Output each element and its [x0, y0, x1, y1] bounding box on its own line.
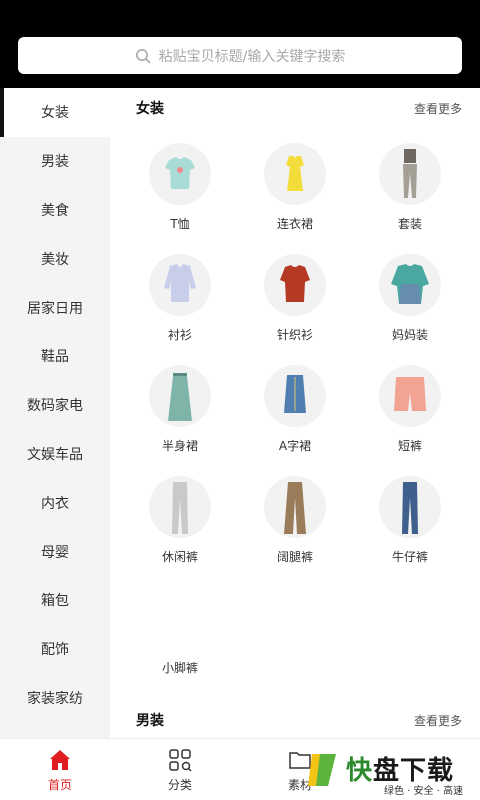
subcategory-label: 连衣裙 — [276, 217, 313, 231]
subcategory-wide-leg-pants[interactable]: 阔腿裤 — [240, 476, 350, 586]
subcategory-label: A字裙 — [278, 439, 312, 453]
section-header-womens: 女装 查看更多 — [136, 98, 462, 118]
search-icon — [135, 48, 151, 64]
subcategory-a-line-skirt[interactable]: A字裙 — [240, 365, 350, 475]
category-content: 女装 查看更多 T恤 连衣裙 套装 衬衫 针织衫 妈妈装 半身裙 A字裙 短裤 … — [110, 88, 480, 738]
sidebar-item-bags[interactable]: 箱包 — [0, 576, 110, 625]
subcategory-jeans[interactable]: 牛仔裤 — [355, 476, 465, 586]
section-title: 男装 — [136, 713, 164, 729]
site-watermark: 快盘下载 绿色 · 安全 · 高速 — [306, 746, 480, 800]
casual-pants-icon — [149, 476, 211, 538]
sidebar-item-food[interactable]: 美食 — [0, 186, 110, 235]
subcategory-skinny-pants[interactable]: 小脚裤 — [125, 587, 235, 697]
sidebar-item-mens[interactable]: 男装 — [0, 137, 110, 186]
shorts-icon — [379, 365, 441, 427]
subcategory-skirt[interactable]: 半身裙 — [125, 365, 235, 475]
sidebar-item-household[interactable]: 居家日用 — [0, 283, 110, 332]
sidebar-item-accessories[interactable]: 配饰 — [0, 625, 110, 674]
tab-label: 首页 — [47, 778, 72, 792]
sidebar-item-beauty[interactable]: 美妆 — [0, 234, 110, 283]
see-more-link[interactable]: 查看更多 — [414, 100, 462, 117]
subcategory-label: 休闲裤 — [161, 550, 198, 564]
subcategory-label: 衬衫 — [167, 328, 192, 342]
subcategory-label: 牛仔裤 — [391, 550, 428, 564]
sidebar-item-baby[interactable]: 母婴 — [0, 527, 110, 576]
mom-wear-icon — [379, 254, 441, 316]
sidebar-item-entertainment-auto[interactable]: 文娱车品 — [0, 430, 110, 479]
sidebar-item-womens[interactable]: 女装 — [0, 88, 110, 137]
subcategory-shirt[interactable]: 衬衫 — [125, 254, 235, 364]
section-header-mens: 男装 查看更多 — [136, 710, 462, 730]
tab-label: 分类 — [167, 778, 192, 792]
skirt-icon — [149, 365, 211, 427]
subcategory-label: 半身裙 — [161, 439, 198, 453]
skinny-pants-icon — [149, 587, 211, 649]
sidebar-item-underwear[interactable]: 内衣 — [0, 478, 110, 527]
watermark-tagline: 绿色 · 安全 · 高速 — [384, 786, 464, 797]
subcategory-label: 阔腿裤 — [276, 550, 313, 564]
subcategory-label: 针织衫 — [276, 328, 313, 342]
search-placeholder: 粘贴宝贝标题/输入关键字搜索 — [158, 48, 346, 65]
section-title: 女装 — [136, 101, 164, 117]
tab-home[interactable]: 首页 — [20, 747, 100, 793]
category-icon — [169, 749, 192, 772]
subcategory-mom-wear[interactable]: 妈妈装 — [355, 254, 465, 364]
wide-leg-pants-icon — [264, 476, 326, 538]
subcategory-shorts[interactable]: 短裤 — [355, 365, 465, 475]
dress-icon — [264, 143, 326, 205]
search-bar[interactable]: 粘贴宝贝标题/输入关键字搜索 — [18, 37, 462, 74]
subcategory-label: 短裤 — [397, 439, 422, 453]
subcategory-label: 妈妈装 — [391, 328, 428, 342]
sidebar-item-home-textiles[interactable]: 家装家纺 — [0, 674, 110, 723]
tshirt-icon — [149, 143, 211, 205]
subcategory-label: 小脚裤 — [161, 661, 198, 675]
subcategory-tshirt[interactable]: T恤 — [125, 143, 235, 253]
sidebar-item-electronics[interactable]: 数码家电 — [0, 381, 110, 430]
shirt-icon — [149, 254, 211, 316]
subcategory-label: 套装 — [397, 217, 422, 231]
home-icon — [50, 750, 70, 770]
subcategory-dress[interactable]: 连衣裙 — [240, 143, 350, 253]
tab-category[interactable]: 分类 — [140, 747, 220, 793]
category-sidebar: 女装 男装 美食 美妆 居家日用 鞋品 数码家电 文娱车品 内衣 母婴 箱包 配… — [0, 88, 110, 738]
sweater-icon — [264, 254, 326, 316]
suit-icon — [379, 143, 441, 205]
watermark-logo-icon — [308, 754, 336, 786]
subcategory-label: T恤 — [170, 217, 190, 231]
see-more-link[interactable]: 查看更多 — [414, 712, 462, 729]
sidebar-item-shoes[interactable]: 鞋品 — [0, 332, 110, 381]
a-line-skirt-icon — [264, 365, 326, 427]
jeans-icon — [379, 476, 441, 538]
subcategory-suit[interactable]: 套装 — [355, 143, 465, 253]
subcategory-casual-pants[interactable]: 休闲裤 — [125, 476, 235, 586]
top-header: 粘贴宝贝标题/输入关键字搜索 — [0, 0, 480, 88]
subcategory-sweater[interactable]: 针织衫 — [240, 254, 350, 364]
